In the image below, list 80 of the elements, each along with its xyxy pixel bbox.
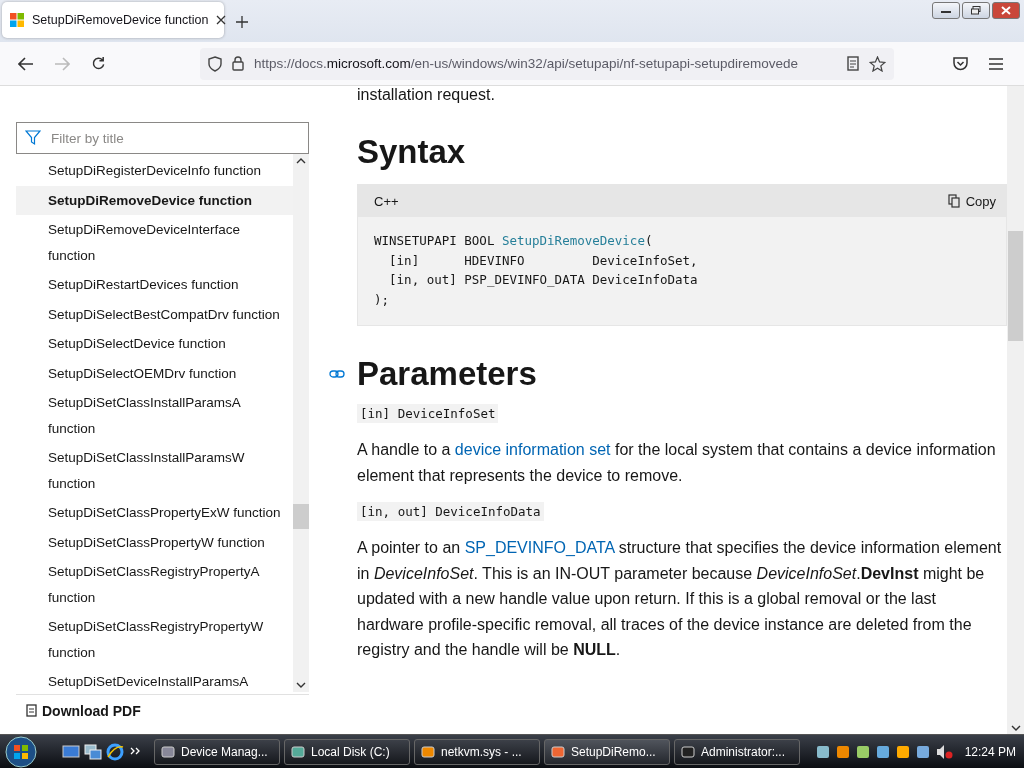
parameter-name: [in] DeviceInfoSet: [357, 404, 499, 423]
copy-button[interactable]: Copy: [947, 193, 996, 209]
clock[interactable]: 12:24 PM: [964, 744, 1016, 759]
toc-item[interactable]: SetupDiRestartDevices function: [16, 270, 293, 300]
toc-item[interactable]: SetupDiSetClassPropertyExW function: [16, 498, 293, 528]
filter-field[interactable]: Filter by title: [16, 122, 309, 154]
taskbar-button[interactable]: netkvm.sys - ...: [414, 738, 540, 765]
tray-icon[interactable]: [894, 743, 911, 760]
tray-icon[interactable]: [814, 743, 831, 760]
toc-item[interactable]: SetupDiSetClassInstallParamsW function: [16, 443, 293, 498]
menu-icon[interactable]: [989, 57, 1003, 70]
toc-item[interactable]: SetupDiSelectOEMDrv function: [16, 358, 293, 388]
muted-speaker-icon[interactable]: [934, 743, 953, 760]
minimize-button[interactable]: [932, 2, 960, 19]
close-icon: [1001, 6, 1011, 15]
document-icon: [26, 704, 38, 718]
restore-button[interactable]: [962, 2, 990, 19]
restore-icon: [971, 6, 981, 15]
link-icon[interactable]: [329, 368, 345, 380]
scroll-down-icon[interactable]: [296, 682, 306, 688]
lock-icon[interactable]: [232, 56, 244, 71]
toc-item[interactable]: SetupDiSelectBestCompatDrv function: [16, 299, 293, 329]
paragraph: A pointer to an SP_DEVINFO_DATA structure that specifies the device information element in DeviceInfoSet. This is an IN-OUT parameter because DeviceInfoSet.DevInst might be updated with a new handle value upon return. If this is a global removal or the last hardware profile-specific removal, all traces of the device instance are deleted from the registry and the handle will be NULL.: [357, 538, 1003, 660]
taskbar-button[interactable]: Administrator:...: [674, 738, 800, 765]
tray-icon[interactable]: [914, 743, 931, 760]
section-heading: Syntax: [357, 132, 467, 172]
code-line: );: [374, 290, 391, 309]
code-line: [in, out] PSP_DEVINFO_DATA DeviceInfoData: [388, 271, 699, 289]
reader-view-icon[interactable]: [847, 56, 859, 71]
section-heading: Parameters: [357, 352, 1007, 396]
toc-item[interactable]: SetupDiSetClassRegistryPropertyW function: [16, 612, 293, 667]
toc-item[interactable]: SetupDiRemoveDeviceInterface function: [16, 215, 293, 270]
app-icon: [290, 743, 306, 760]
paragraph: A handle to a device information set for the local system that contains a device information element that represents the device to remove.: [357, 440, 997, 486]
address-bar[interactable]: https://docs.microsoft.com/en-us/windows/win32/api/setupapi/nf-setupapi-setupdiremovede: [200, 47, 894, 80]
reload-icon[interactable]: [90, 56, 106, 71]
app-icon: [550, 743, 566, 760]
star-icon[interactable]: [869, 55, 886, 72]
filter-input[interactable]: Filter by title: [49, 129, 300, 147]
back-arrow-icon[interactable]: [18, 56, 34, 71]
toc-item[interactable]: SetupDiRegisterDeviceInfo function: [16, 156, 293, 186]
browser-tab[interactable]: SetupDiRemoveDevice function: [2, 2, 224, 38]
toc-item[interactable]: SetupDiRemoveDevice function: [16, 185, 293, 215]
window-switch-icon[interactable]: [84, 743, 102, 760]
paragraph: installation request.: [357, 86, 496, 104]
download-pdf-link[interactable]: Download PDF: [16, 694, 309, 727]
parameter-name: [in, out] DeviceInfoData: [357, 502, 544, 521]
windows-logo-icon: [10, 13, 24, 27]
shield-icon[interactable]: [208, 55, 222, 72]
browser-icon[interactable]: [106, 742, 124, 761]
copy-icon: [947, 194, 960, 208]
taskbar-button[interactable]: Local Disk (C:): [284, 738, 410, 765]
close-button[interactable]: [992, 2, 1020, 19]
plus-icon[interactable]: [236, 16, 248, 28]
desktop-icon[interactable]: [62, 743, 80, 760]
link[interactable]: device information set: [454, 441, 611, 458]
tray-icon[interactable]: [834, 743, 851, 760]
toc-item[interactable]: SetupDiSetClassInstallParamsA function: [16, 388, 293, 443]
start-button[interactable]: [4, 735, 38, 768]
filter-icon: [25, 130, 41, 146]
pocket-icon[interactable]: [952, 56, 968, 71]
taskbar-button[interactable]: Device Manag...: [154, 738, 280, 765]
tray-icon[interactable]: [874, 743, 891, 760]
scroll-up-icon[interactable]: [296, 158, 306, 164]
app-icon: [420, 743, 436, 760]
toc-item[interactable]: SetupDiSetDeviceInstallParamsA: [16, 667, 293, 692]
code-language: C++: [374, 193, 399, 209]
scrollbar-thumb[interactable]: [1008, 231, 1023, 341]
tray-icon[interactable]: [854, 743, 871, 760]
toc-item[interactable]: SetupDiSelectDevice function: [16, 329, 293, 359]
link[interactable]: SP_DEVINFO_DATA: [464, 539, 615, 556]
code-line: [in] HDEVINFO DeviceInfoSet,: [388, 251, 699, 270]
app-icon: [680, 743, 696, 760]
close-icon[interactable]: [216, 15, 227, 25]
taskbar-button[interactable]: SetupDiRemo...: [544, 738, 670, 765]
scrollbar-thumb[interactable]: [293, 504, 309, 529]
code-line: WINSETUPAPI BOOL SetupDiRemoveDevice(: [374, 232, 654, 250]
toc-item[interactable]: SetupDiSetClassPropertyW function: [16, 527, 293, 557]
toc-item[interactable]: SetupDiSetClassRegistryPropertyA function: [16, 557, 293, 612]
app-icon: [160, 743, 176, 760]
